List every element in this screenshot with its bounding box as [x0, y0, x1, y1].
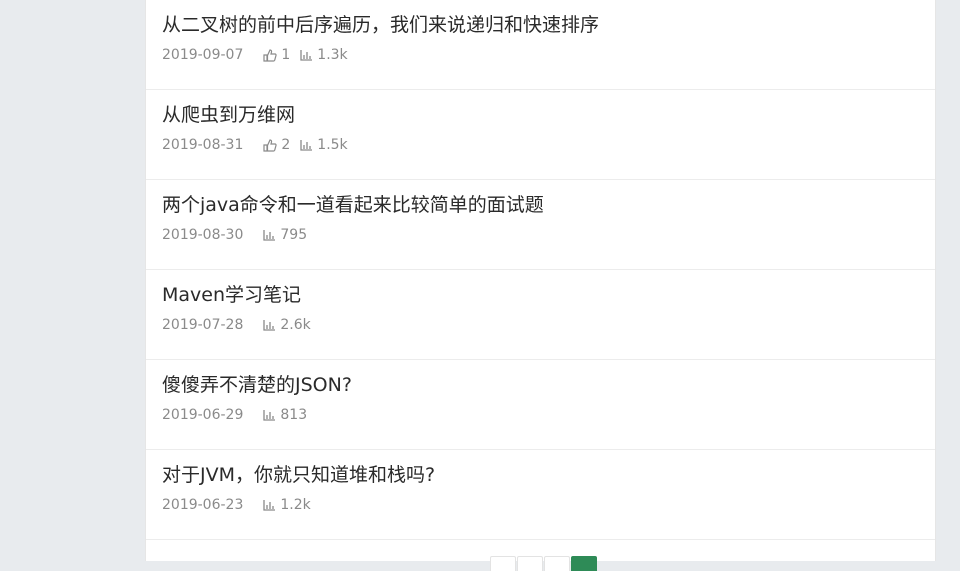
like-count[interactable]: 2 [263, 137, 290, 153]
view-count: 795 [263, 227, 307, 243]
bar-chart-icon [300, 140, 313, 151]
like-count[interactable]: 1 [263, 47, 290, 63]
like-count-value: 1 [281, 47, 291, 63]
view-count-value: 1.5k [317, 137, 348, 153]
view-count: 1.3k [300, 47, 348, 63]
article-date: 2019-07-28 [162, 317, 244, 333]
article-title-link[interactable]: Maven学习笔记 [162, 280, 301, 307]
article-meta: 2019-06-23 1.2k [162, 497, 321, 513]
bar-chart-icon [300, 50, 313, 61]
thumbs-up-icon [263, 138, 278, 152]
article-meta: 2019-09-07 1 1.3k [162, 47, 358, 63]
view-count: 813 [263, 407, 307, 423]
article-item: 两个java命令和一道看起来比较简单的面试题 2019-08-30 795 [146, 180, 935, 270]
article-item: 对于JVM，你就只知道堆和栈吗? 2019-06-23 1.2k [146, 450, 935, 540]
bar-chart-icon [263, 320, 276, 331]
bar-chart-icon [263, 410, 276, 421]
article-title-link[interactable]: 从二叉树的前中后序遍历，我们来说递归和快速排序 [162, 10, 599, 37]
article-date: 2019-06-29 [162, 407, 244, 423]
bar-chart-icon [263, 500, 276, 511]
article-title-link[interactable]: 两个java命令和一道看起来比较简单的面试题 [162, 190, 544, 217]
bar-chart-icon [263, 230, 276, 241]
article-title-link[interactable]: 傻傻弄不清楚的JSON? [162, 370, 352, 397]
article-meta: 2019-07-28 2.6k [162, 317, 321, 333]
article-list-panel: 从二叉树的前中后序遍历，我们来说递归和快速排序 2019-09-07 1 1.3… [145, 0, 936, 571]
article-date: 2019-06-23 [162, 497, 244, 513]
article-item: 从爬虫到万维网 2019-08-31 2 1.5k [146, 90, 935, 180]
article-meta: 2019-08-31 2 1.5k [162, 137, 358, 153]
article-date: 2019-08-30 [162, 227, 244, 243]
article-item: Maven学习笔记 2019-07-28 2.6k [146, 270, 935, 360]
view-count: 1.2k [263, 497, 311, 513]
article-meta: 2019-06-29 813 [162, 407, 317, 423]
page-button[interactable] [490, 556, 516, 571]
view-count-value: 1.3k [317, 47, 348, 63]
article-date: 2019-08-31 [162, 137, 244, 153]
article-item: 傻傻弄不清楚的JSON? 2019-06-29 813 [146, 360, 935, 450]
page-button-active[interactable] [571, 556, 597, 571]
view-count: 1.5k [300, 137, 348, 153]
article-meta: 2019-08-30 795 [162, 227, 317, 243]
view-count-value: 813 [280, 407, 308, 423]
view-count-value: 795 [280, 227, 308, 243]
like-count-value: 2 [281, 137, 291, 153]
thumbs-up-icon [263, 48, 278, 62]
article-title-link[interactable]: 对于JVM，你就只知道堆和栈吗? [162, 460, 435, 487]
article-title-link[interactable]: 从爬虫到万维网 [162, 100, 295, 127]
view-count-value: 2.6k [280, 317, 311, 333]
view-count-value: 1.2k [280, 497, 311, 513]
view-count: 2.6k [263, 317, 311, 333]
article-date: 2019-09-07 [162, 47, 244, 63]
article-item: 从二叉树的前中后序遍历，我们来说递归和快速排序 2019-09-07 1 1.3… [146, 0, 935, 90]
page-button[interactable] [517, 556, 543, 571]
pagination [490, 556, 598, 571]
page-button[interactable] [544, 556, 570, 571]
